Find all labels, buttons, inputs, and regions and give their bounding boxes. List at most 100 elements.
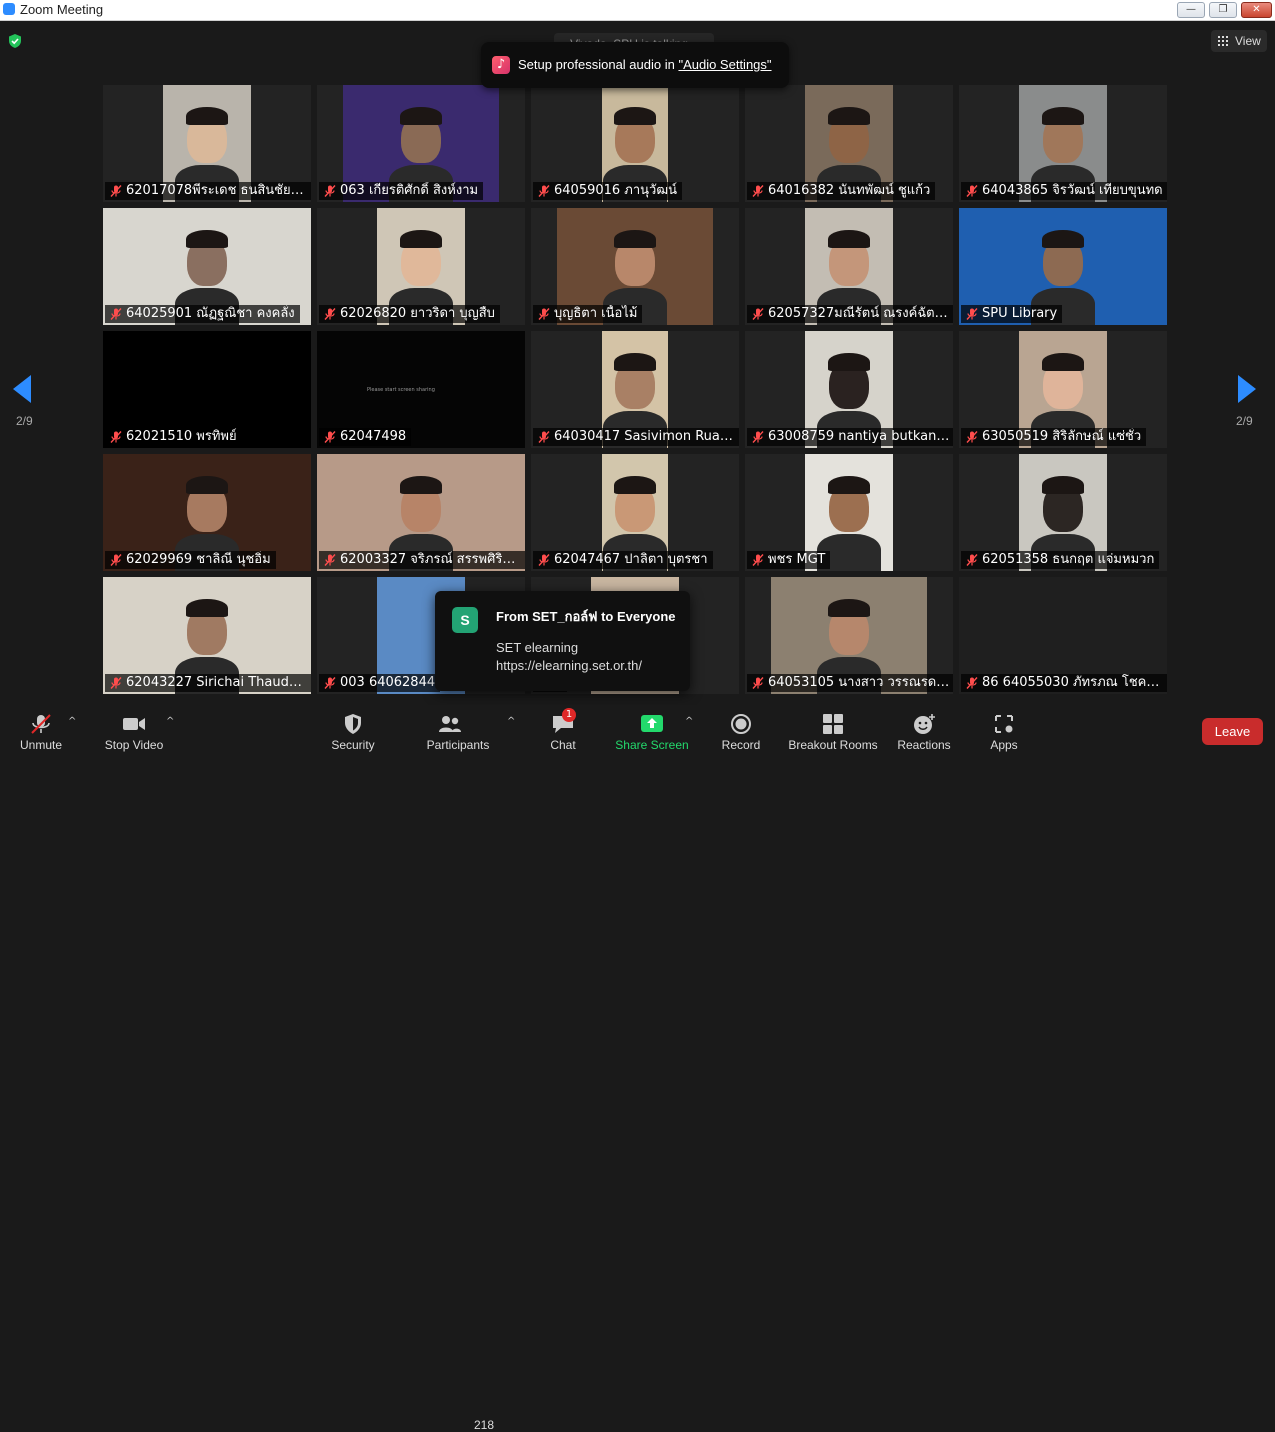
participant-tile[interactable]: Please start screen sharing 62047498	[317, 331, 525, 448]
participant-name: 063 เกียรติศักดิ์ สิงห์งาม	[340, 183, 479, 198]
participant-tile[interactable]: 64059016 ภานุวัฒน์	[531, 85, 739, 202]
participant-name: 62051358 ธนกฤต แจ่มหมวก	[982, 552, 1155, 567]
participant-tile[interactable]: บุญธิตา เนื้อไม้	[531, 208, 739, 325]
participant-name: 62017078พีระเดช ธนสินชัยวงศ์	[126, 183, 311, 198]
muted-mic-icon	[110, 185, 122, 197]
participants-label: Participants	[426, 738, 490, 752]
share-screen-icon	[641, 715, 663, 732]
participant-tile[interactable]: 63050519 สิริลักษณ์ แซ่ชั่ว	[959, 331, 1167, 448]
record-button[interactable]: Record	[712, 705, 770, 761]
participant-name: 64059016 ภานุวัฒน์	[554, 183, 677, 198]
previous-page-arrow-icon[interactable]	[13, 375, 31, 403]
close-window-button[interactable]: ✕	[1241, 2, 1272, 18]
reactions-label: Reactions	[897, 738, 951, 752]
share-options-caret-icon[interactable]: ^	[685, 716, 693, 727]
participant-name-tag: 62017078พีระเดช ธนสินชัยวงศ์	[105, 182, 311, 200]
maximize-button[interactable]: ❐	[1209, 2, 1237, 18]
chat-notification-popup[interactable]: S From SET_กอล์ฟ to Everyone SET elearni…	[435, 591, 690, 691]
muted-mic-icon	[324, 308, 336, 320]
participants-button[interactable]: Participants	[424, 705, 492, 761]
participant-name-tag: 64025901 ณัฏฐณิชา คงคลั่ง	[105, 305, 300, 323]
audio-options-caret-icon[interactable]: ^	[68, 716, 76, 727]
participant-tile[interactable]: 62026820 ยาวริดา บุญสืบ	[317, 208, 525, 325]
unmute-button[interactable]: Unmute	[10, 705, 72, 761]
participant-tile[interactable]: 62043227 Sirichai Thaudom	[103, 577, 311, 694]
video-options-caret-icon[interactable]: ^	[166, 716, 174, 727]
screen-share-placeholder-text: Please start screen sharing	[367, 387, 435, 393]
participant-name-tag: 003 64062844	[319, 674, 441, 692]
participant-name-tag: 62029969 ชาลิณี นุชอิ่ม	[105, 551, 276, 569]
chat-message-link[interactable]: https://elearning.set.or.th/	[496, 658, 642, 673]
participant-name-tag: 62047467 ปาลิตา บุตรชา	[533, 551, 713, 569]
audio-settings-link[interactable]: "Audio Settings"	[678, 57, 771, 72]
participant-name-tag: 64059016 ภานุวัฒน์	[533, 182, 682, 200]
participant-name: 62047498	[340, 429, 407, 444]
share-screen-label: Share Screen	[615, 738, 689, 752]
next-page-arrow-icon[interactable]	[1238, 375, 1256, 403]
encryption-shield-icon[interactable]	[8, 34, 22, 48]
participant-tile[interactable]: SPU Library	[959, 208, 1167, 325]
participant-tile[interactable]: 62029969 ชาลิณี นุชอิ่ม	[103, 454, 311, 571]
participant-tile[interactable]: 63008759 nantiya butkanha	[745, 331, 953, 448]
reactions-button[interactable]: Reactions	[894, 705, 954, 761]
participant-tile[interactable]: 62021510 พรทิพย์	[103, 331, 311, 448]
participant-tile[interactable]: 64016382 นันทพัฒน์ ชูแก้ว	[745, 85, 953, 202]
muted-mic-icon	[538, 554, 550, 566]
participant-tile[interactable]: 86 64055030 ภัทรภณ โชคสมาน	[959, 577, 1167, 694]
muted-mic-icon	[752, 554, 764, 566]
breakout-rooms-button[interactable]: Breakout Rooms	[786, 705, 880, 761]
participant-tile[interactable]: 62051358 ธนกฤต แจ่มหมวก	[959, 454, 1167, 571]
unmute-label: Unmute	[19, 738, 63, 752]
participant-tile[interactable]: 64053105 นางสาว วรรณรดา ...	[745, 577, 953, 694]
chat-sender-line: From SET_กอล์ฟ to Everyone	[496, 609, 676, 624]
muted-mic-icon	[966, 431, 978, 443]
record-icon	[731, 714, 751, 734]
participant-tile[interactable]: 64030417 Sasivimon Ruangnil	[531, 331, 739, 448]
participant-tile[interactable]: 64025901 ณัฏฐณิชา คงคลั่ง	[103, 208, 311, 325]
muted-mic-icon	[324, 431, 336, 443]
share-screen-button[interactable]: Share Screen	[612, 705, 692, 761]
participant-name: 62043227 Sirichai Thaudom	[126, 675, 310, 690]
stop-video-button[interactable]: Stop Video	[98, 705, 170, 761]
participant-tile[interactable]: 063 เกียรติศักดิ์ สิงห์งาม	[317, 85, 525, 202]
participant-name-tag: 62047498	[319, 428, 412, 446]
participant-name-tag: 62026820 ยาวริดา บุญสืบ	[319, 305, 500, 323]
participant-name: 86 64055030 ภัทรภณ โชคสมาน	[982, 675, 1167, 690]
participant-name-tag: บุญธิตา เนื้อไม้	[533, 305, 643, 323]
participant-tile[interactable]: 64043865 จิรวัฒน์ เทียบขุนทด	[959, 85, 1167, 202]
security-button[interactable]: Security	[322, 705, 384, 761]
chat-button[interactable]: 1 Chat	[540, 705, 586, 761]
participant-tile[interactable]: 62047467 ปาลิตา บุตรชา	[531, 454, 739, 571]
participant-tile[interactable]: 62017078พีระเดช ธนสินชัยวงศ์	[103, 85, 311, 202]
participant-tile[interactable]: 62057327มณีรัตน์ ณรงค์ฉัตรสุขสันต์	[745, 208, 953, 325]
participant-name-tag: 62021510 พรทิพย์	[105, 428, 242, 446]
participant-name: 64030417 Sasivimon Ruangnil	[554, 429, 739, 444]
muted-mic-icon	[110, 308, 122, 320]
minimize-button[interactable]: —	[1177, 2, 1205, 18]
window-title-bar: Zoom Meeting — ❐ ✕	[0, 0, 1275, 21]
minimize-icon: —	[1186, 4, 1196, 15]
participant-name-tag: 63008759 nantiya butkanha	[747, 428, 953, 446]
apps-button[interactable]: Apps	[978, 705, 1030, 761]
participant-name-tag: 62057327มณีรัตน์ ณรงค์ฉัตรสุขสันต์	[747, 305, 953, 323]
muted-mic-icon	[324, 677, 336, 689]
view-label: View	[1235, 34, 1261, 48]
participant-name-tag: 86 64055030 ภัทรภณ โชคสมาน	[961, 674, 1167, 692]
participant-name-tag: 62043227 Sirichai Thaudom	[105, 674, 311, 692]
participant-tile[interactable]: พชร MGT	[745, 454, 953, 571]
muted-mic-icon	[538, 308, 550, 320]
participant-tile[interactable]: 62003327 จริภรณ์ สรรพศิริมงคล	[317, 454, 525, 571]
muted-mic-icon	[752, 677, 764, 689]
video-camera-icon	[123, 718, 145, 730]
participant-name-tag: 64053105 นางสาว วรรณรดา ...	[747, 674, 953, 692]
participant-name-tag: 64016382 นันทพัฒน์ ชูแก้ว	[747, 182, 936, 200]
muted-mic-icon	[752, 185, 764, 197]
leave-meeting-button[interactable]: Leave	[1202, 718, 1263, 745]
participants-options-caret-icon[interactable]: ^	[507, 716, 515, 727]
security-shield-icon	[345, 714, 361, 734]
view-button[interactable]: View	[1211, 30, 1267, 52]
restore-icon: ❐	[1218, 4, 1228, 15]
chat-message-line: SET elearning	[496, 640, 579, 655]
participant-name: 62021510 พรทิพย์	[126, 429, 237, 444]
close-icon: ✕	[1252, 4, 1261, 15]
